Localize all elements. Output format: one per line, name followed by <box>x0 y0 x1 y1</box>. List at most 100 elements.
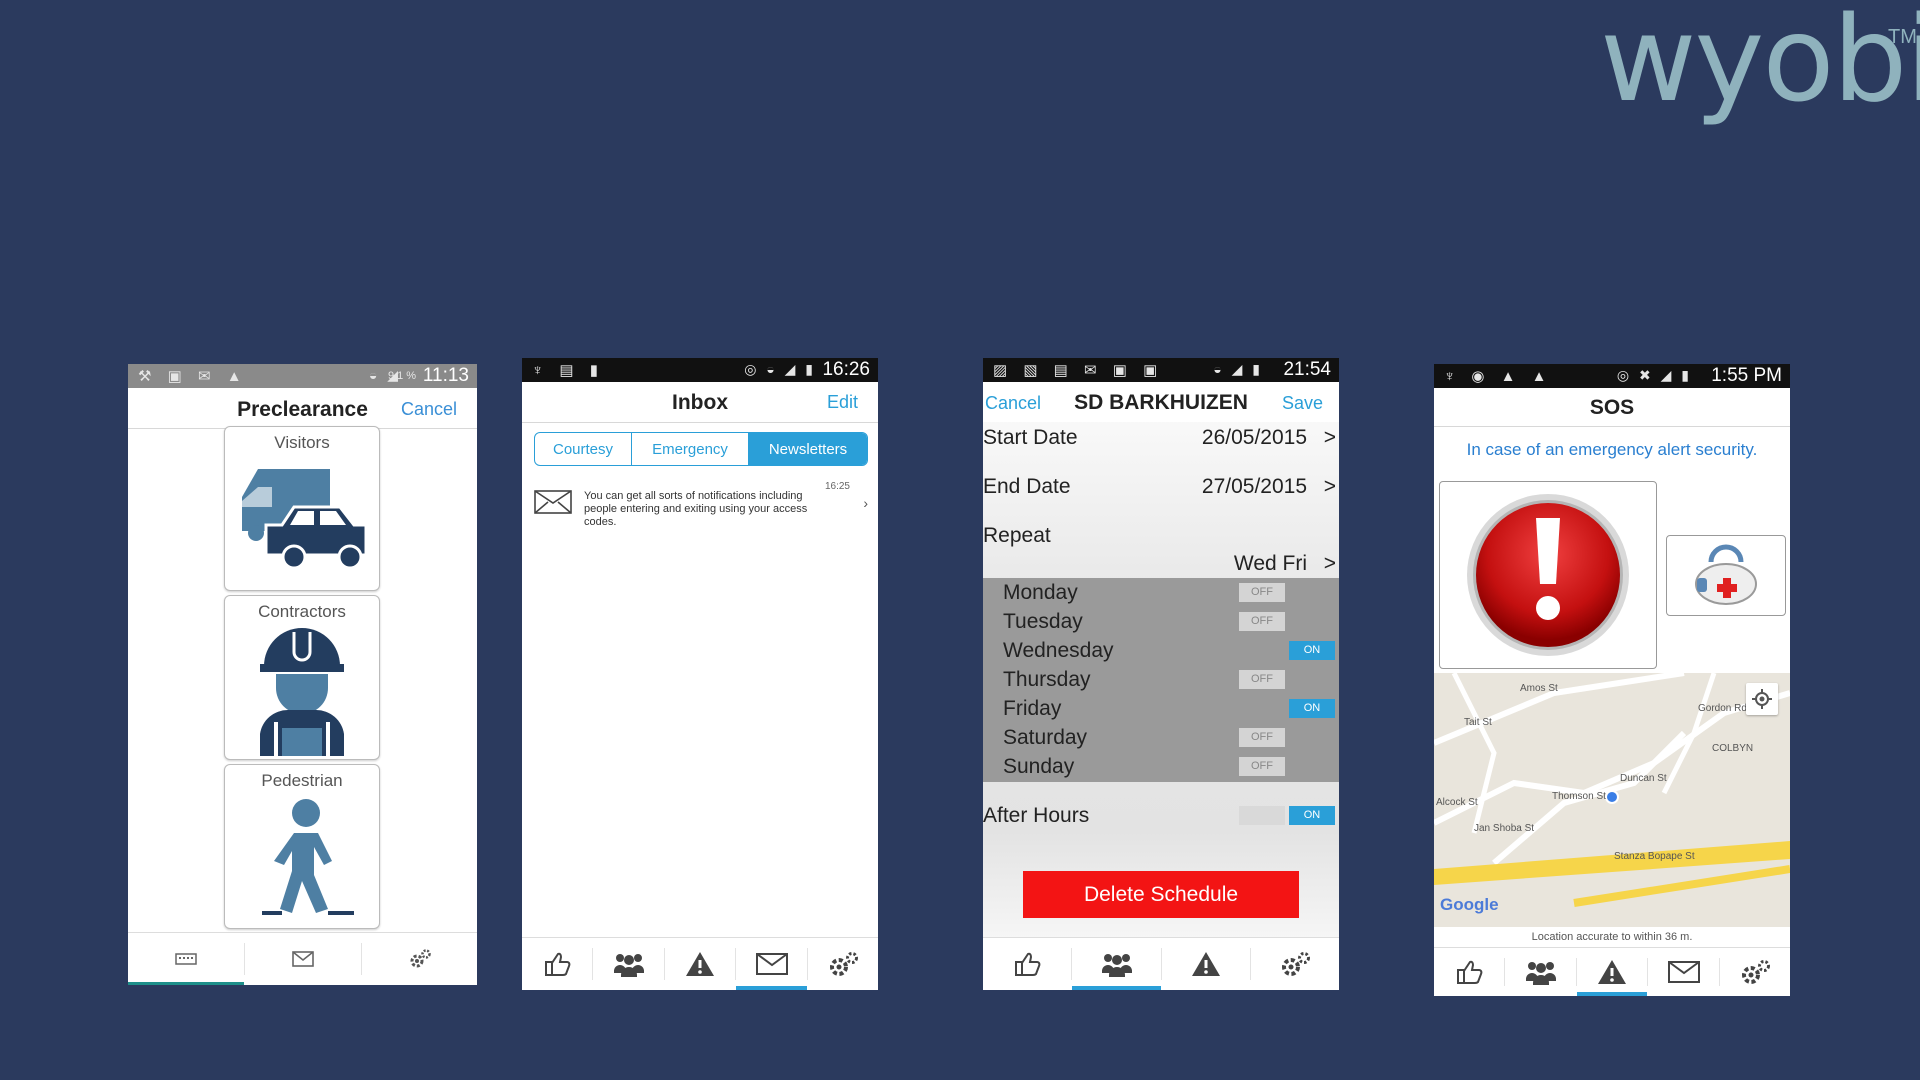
weekday-list: Monday OFF Tuesday OFF Wednesday ON Thur… <box>983 578 1339 782</box>
emergency-info-text: In case of an emergency alert security. <box>1466 440 1758 459</box>
visitors-card[interactable]: Visitors <box>224 426 380 591</box>
card-label: Contractors <box>258 602 346 621</box>
sos-screen: ♆ ◉ ▲ ▲ ◎ ✖ ◢ ▮ 1:55 PM SOS In case of a… <box>1434 364 1790 996</box>
day-row-monday: Monday OFF <box>983 578 1339 607</box>
day-toggle[interactable]: OFF <box>1239 670 1335 689</box>
inbox-category-tabs: Courtesy Emergency Newsletters <box>534 432 868 466</box>
chevron-right-icon: > <box>1323 552 1336 575</box>
edit-button[interactable]: Edit <box>827 392 858 413</box>
my-location-button[interactable] <box>1746 683 1778 715</box>
tab-courtesy[interactable]: Courtesy <box>535 433 632 465</box>
status-time: 1:55 PM <box>1711 365 1782 386</box>
status-time: 11:13 <box>422 365 469 386</box>
after-hours-toggle[interactable]: ON <box>1239 806 1335 825</box>
start-date-label: Start Date <box>983 426 1078 449</box>
message-text: You can get all sorts of notifications i… <box>584 490 808 528</box>
save-button[interactable]: Save <box>1282 393 1323 414</box>
location-map[interactable]: Amos St Tait St Gordon Rd COLBYN Alcock … <box>1434 673 1790 927</box>
thumbs-up-icon[interactable] <box>1434 948 1504 996</box>
day-row-sunday: Sunday OFF <box>983 752 1339 781</box>
tab-newsletters[interactable]: Newsletters <box>749 433 867 465</box>
street-label: COLBYN <box>1712 743 1754 754</box>
mail-icon[interactable] <box>1648 948 1719 996</box>
day-toggle[interactable]: ON <box>1239 641 1335 660</box>
settings-gears-icon[interactable] <box>362 933 477 985</box>
message-list-item[interactable]: 16:25 You can get all sorts of notificat… <box>522 476 878 528</box>
start-date-row[interactable]: Start Date 26/05/2015 > <box>983 422 1339 454</box>
bottom-nav <box>1434 947 1790 996</box>
pedestrian-walking-icon <box>225 793 379 923</box>
day-toggle[interactable]: OFF <box>1239 757 1335 776</box>
day-toggle[interactable]: OFF <box>1239 728 1335 747</box>
notification-icons: ♆ ▤ ▮ <box>532 362 605 379</box>
group-icon[interactable] <box>593 938 664 990</box>
settings-gears-icon[interactable] <box>1251 938 1339 990</box>
repeat-row[interactable]: Wed Fri > <box>983 548 1339 580</box>
status-time: 16:26 <box>822 359 870 380</box>
warning-icon[interactable] <box>1577 948 1647 996</box>
card-label: Pedestrian <box>261 771 343 790</box>
header: SOS <box>1434 388 1790 427</box>
card-label: Visitors <box>274 433 330 452</box>
tab-emergency[interactable]: Emergency <box>632 433 749 465</box>
visitors-vehicles-icon <box>225 455 379 583</box>
day-row-thursday: Thursday OFF <box>983 665 1339 694</box>
chevron-right-icon: > <box>1323 426 1336 449</box>
day-toggle[interactable]: OFF <box>1239 612 1335 631</box>
end-date-label: End Date <box>983 475 1071 498</box>
end-date-row[interactable]: End Date 27/05/2015 > <box>983 471 1339 503</box>
settings-gears-icon[interactable] <box>1720 948 1790 996</box>
street-label: Alcock St <box>1436 797 1478 808</box>
mail-icon[interactable] <box>736 938 807 990</box>
group-icon[interactable] <box>1505 948 1576 996</box>
location-accuracy-text: Location accurate to within 36 m. <box>1531 931 1693 943</box>
keyboard-icon[interactable] <box>128 933 244 985</box>
first-aid-kit-icon <box>1695 544 1757 605</box>
day-name: Saturday <box>1003 726 1088 749</box>
day-toggle[interactable]: OFF <box>1239 583 1335 602</box>
thumbs-up-icon[interactable] <box>983 938 1071 990</box>
street-label: Gordon Rd <box>1698 703 1747 714</box>
warning-icon[interactable] <box>665 938 735 990</box>
status-bar: ▨ ▧ ▤ ✉ ▣ ▣ ◒ ◢ ▮ 21:54 <box>983 358 1339 382</box>
delete-schedule-button[interactable]: Delete Schedule <box>1023 871 1299 918</box>
page-title: Inbox <box>672 391 728 414</box>
header: Preclearance Cancel <box>128 388 477 429</box>
status-bar: ⚒ ▣ ✉ ▲ ◒ ◢ 91% 11:13 <box>128 364 477 388</box>
day-row-saturday: Saturday OFF <box>983 723 1339 752</box>
day-toggle[interactable]: ON <box>1239 699 1335 718</box>
after-hours-row: After Hours ON <box>983 800 1339 832</box>
group-icon[interactable] <box>1072 938 1161 990</box>
day-name: Wednesday <box>1003 639 1114 662</box>
medical-emergency-button[interactable] <box>1666 535 1786 616</box>
pedestrian-card[interactable]: Pedestrian <box>224 764 380 929</box>
day-name: Friday <box>1003 697 1062 720</box>
notification-icons: ▨ ▧ ▤ ✉ ▣ ▣ <box>993 362 1164 379</box>
repeat-value: Wed Fri <box>1233 552 1307 575</box>
day-row-friday: Friday ON <box>983 694 1339 723</box>
contractors-card[interactable]: Contractors <box>224 595 380 760</box>
thumbs-up-icon[interactable] <box>522 938 592 990</box>
logo-trademark: TM <box>1888 26 1917 48</box>
settings-gears-icon[interactable] <box>808 938 878 990</box>
mail-icon[interactable] <box>245 933 361 985</box>
notification-icons: ♆ ◉ ▲ ▲ <box>1444 368 1553 385</box>
page-title: SOS <box>1589 396 1635 419</box>
header: Inbox Edit <box>522 382 878 423</box>
schedule-screen: ▨ ▧ ▤ ✉ ▣ ▣ ◒ ◢ ▮ 21:54 Cancel SD BARKHU… <box>983 358 1339 990</box>
street-label: Tait St <box>1464 717 1492 728</box>
notification-icons: ⚒ ▣ ✉ ▲ <box>138 368 248 385</box>
warning-icon[interactable] <box>1162 938 1250 990</box>
header: Cancel SD BARKHUIZEN Save <box>983 382 1339 422</box>
panic-button[interactable] <box>1439 481 1657 669</box>
street-label: Stanza Bopape St <box>1614 851 1695 862</box>
inbox-screen: ♆ ▤ ▮ ◎ ◒ ◢ ▮ 16:26 Inbox Edit Courtesy … <box>522 358 878 990</box>
logo-text: wyobi <box>1600 0 1920 128</box>
repeat-label: Repeat <box>983 524 1051 547</box>
cancel-button[interactable]: Cancel <box>401 399 457 420</box>
street-label: Duncan St <box>1620 773 1667 784</box>
signal-icons: ◎ ✖ ◢ ▮ <box>1616 367 1692 383</box>
bottom-nav <box>983 937 1339 990</box>
crosshair-icon <box>1752 689 1772 709</box>
chevron-right-icon: > <box>1323 475 1336 498</box>
